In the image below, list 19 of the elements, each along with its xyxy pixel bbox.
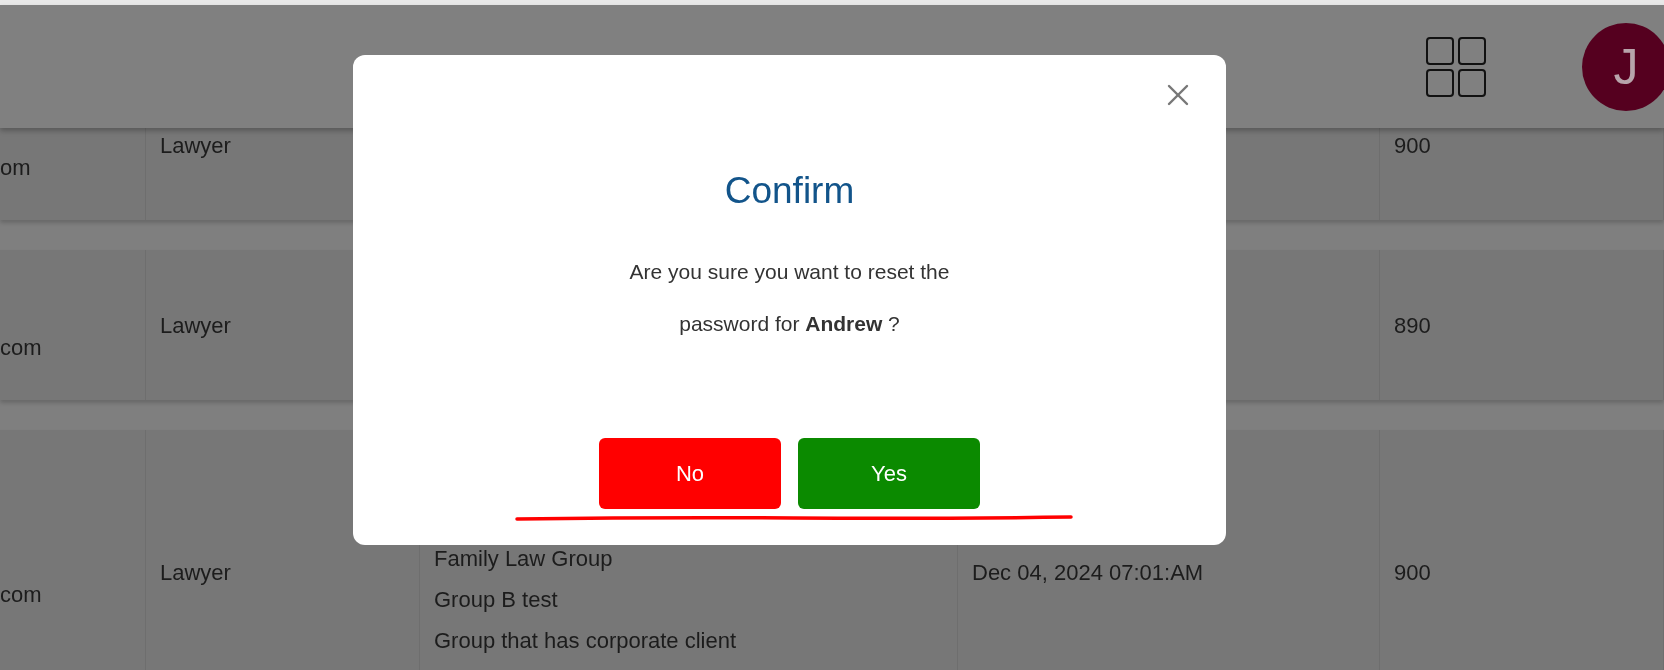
table-cell-text: 900 <box>1394 558 1432 587</box>
table-cell-text: com <box>0 580 43 609</box>
group-name: Group B test <box>434 586 559 614</box>
dialog-title: Confirm <box>724 170 855 212</box>
table-cell-text: 900 <box>1394 131 1432 160</box>
group-name: Group that has corporate client <box>434 627 738 655</box>
avatar[interactable]: J <box>1582 22 1664 111</box>
table-cell-text: 890 <box>1394 311 1432 340</box>
table-cell-text: com <box>0 333 43 362</box>
table-cell-text: Lawyer <box>160 558 232 587</box>
dialog-message: Are you sure you want to reset the password for Andrew ? <box>628 259 951 337</box>
cancel-button[interactable]: No <box>599 438 781 509</box>
table-cell-text: Lawyer <box>160 311 232 340</box>
confirm-button[interactable]: Yes <box>798 438 980 509</box>
grid-icon[interactable] <box>1426 36 1486 97</box>
table-cell-text: om <box>0 153 32 182</box>
group-name: Family Law Group <box>434 545 614 573</box>
table-cell-text: Lawyer <box>160 131 232 160</box>
table-cell-text: Dec 04, 2024 07:01:AM <box>972 558 1205 587</box>
